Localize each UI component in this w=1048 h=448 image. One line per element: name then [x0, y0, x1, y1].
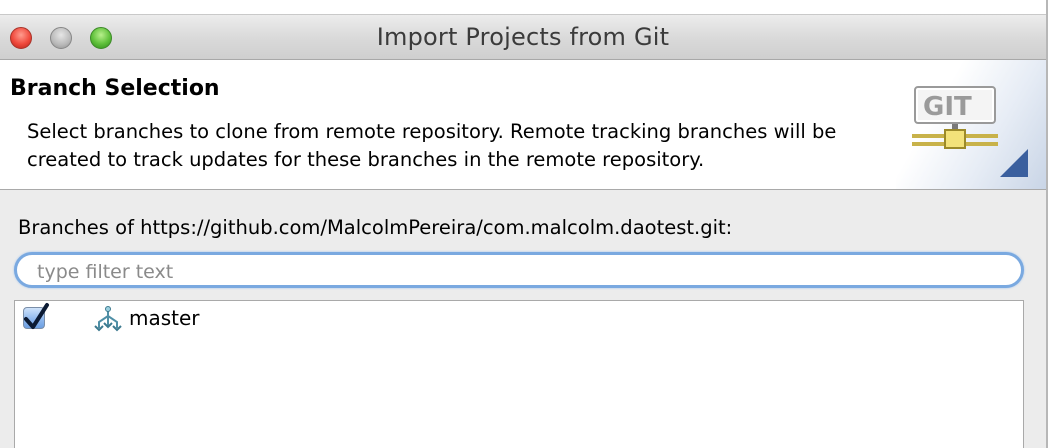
corner-accent-icon [1000, 149, 1028, 177]
branch-checkbox[interactable] [23, 303, 49, 329]
branch-label: master [129, 306, 200, 330]
banner-artwork: GIT [896, 60, 1046, 189]
checkmark-icon [24, 303, 49, 329]
git-logo-text: GIT [923, 92, 972, 122]
import-projects-window: Import Projects from Git Branch Selectio… [0, 0, 1048, 448]
git-logo-icon: GIT [912, 86, 998, 149]
branches-label: Branches of https://github.com/MalcolmPe… [18, 216, 733, 239]
filter-field[interactable] [14, 252, 1024, 288]
list-item[interactable]: master [15, 301, 1023, 337]
page-description: Select branches to clone from remote rep… [27, 120, 837, 171]
branch-selection-panel: Branches of https://github.com/MalcolmPe… [0, 190, 1046, 448]
title-bar[interactable]: Import Projects from Git [0, 14, 1046, 60]
wizard-banner: Branch Selection Select branches to clon… [0, 60, 1046, 190]
filter-input[interactable] [35, 258, 999, 286]
window-top-strip [0, 0, 1046, 14]
page-title: Branch Selection [10, 76, 220, 101]
branch-list[interactable]: master [14, 300, 1024, 448]
git-branch-icon [94, 306, 122, 332]
window-title: Import Projects from Git [376, 23, 670, 51]
